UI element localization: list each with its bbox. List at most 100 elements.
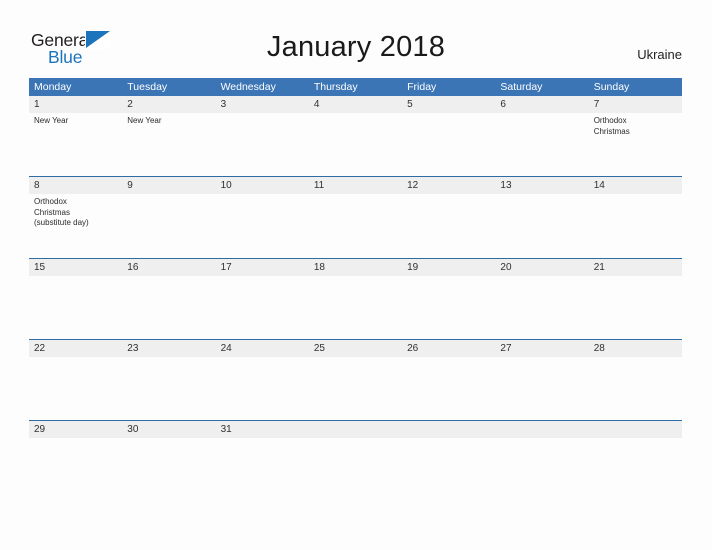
day-events[interactable]: New Year xyxy=(122,113,215,176)
day-number[interactable]: 29 xyxy=(29,421,122,438)
day-number[interactable]: 3 xyxy=(216,96,309,113)
event-text: Christmas xyxy=(593,126,630,136)
weekday-header-thursday: Thursday xyxy=(313,81,358,93)
day-events-empty xyxy=(495,276,588,339)
week-event-band: New Year New Year Orthodox Christmas xyxy=(29,113,682,176)
calendar-page: General Blue January 2018 Ukraine Monday… xyxy=(0,0,712,550)
country-label: Ukraine xyxy=(637,47,682,62)
day-number[interactable]: 4 xyxy=(309,96,402,113)
week-event-band: Orthodox Christmas (substitute day) xyxy=(29,194,682,258)
event-text: (substitute day) xyxy=(34,218,89,227)
day-events[interactable]: Orthodox Christmas (substitute day) xyxy=(29,194,122,258)
week-row: 22 23 24 25 26 27 28 xyxy=(29,339,682,420)
day-number[interactable]: 22 xyxy=(29,340,122,357)
day-number[interactable]: 24 xyxy=(216,340,309,357)
day-number[interactable]: 27 xyxy=(495,340,588,357)
event-text: Orthodox xyxy=(593,116,627,125)
day-number[interactable]: 7 xyxy=(589,96,682,113)
day-events-empty xyxy=(402,276,495,339)
week-row: 15 16 17 18 19 20 21 xyxy=(29,258,682,339)
event-text: Orthodox xyxy=(34,197,67,206)
day-events-empty xyxy=(216,357,309,420)
day-number[interactable]: 20 xyxy=(495,259,588,276)
day-events-empty xyxy=(402,113,495,176)
day-number[interactable]: 26 xyxy=(402,340,495,357)
day-events-empty xyxy=(495,438,588,460)
day-number[interactable]: 13 xyxy=(495,177,588,194)
day-number[interactable]: 28 xyxy=(589,340,682,357)
day-number[interactable]: 12 xyxy=(402,177,495,194)
day-events-empty xyxy=(216,194,309,258)
calendar-grid: Monday Tuesday Wednesday Thursday Friday Satu… xyxy=(29,78,682,460)
week-event-band xyxy=(29,357,682,420)
day-events-empty xyxy=(29,438,122,460)
day-events-empty xyxy=(495,357,588,420)
day-number-empty xyxy=(589,421,682,438)
day-number[interactable]: 31 xyxy=(216,421,309,438)
day-events-empty xyxy=(122,357,215,420)
day-events-empty xyxy=(122,276,215,339)
day-number[interactable]: 1 xyxy=(29,96,122,113)
day-events-empty xyxy=(122,194,215,258)
week-row: 8 9 10 11 12 13 14 Orthodox Christmas (substitute… xyxy=(29,176,682,258)
day-number[interactable]: 6 xyxy=(495,96,588,113)
day-events-empty xyxy=(402,194,495,258)
day-events-empty xyxy=(402,438,495,460)
event-text: New Year xyxy=(34,116,69,125)
week-date-band: 29 30 31 xyxy=(29,421,682,438)
day-events-empty xyxy=(589,194,682,258)
day-number[interactable]: 2 xyxy=(122,96,215,113)
day-events-empty xyxy=(309,357,402,420)
day-events-empty xyxy=(309,438,402,460)
week-event-band xyxy=(29,438,682,460)
week-date-band: 8 9 10 11 12 13 14 xyxy=(29,177,682,194)
day-number[interactable]: 21 xyxy=(589,259,682,276)
weekday-header-friday: Friday xyxy=(407,81,437,93)
day-number-empty xyxy=(495,421,588,438)
weekday-header-tuesday: Tuesday xyxy=(127,81,168,93)
weekday-header-sunday: Sunday xyxy=(593,81,630,93)
day-number[interactable]: 10 xyxy=(216,177,309,194)
weekday-header-saturday: Saturday xyxy=(500,81,543,93)
day-events-empty xyxy=(29,276,122,339)
weekday-header-row: Monday Tuesday Wednesday Thursday Friday Satu… xyxy=(29,78,682,96)
day-number[interactable]: 11 xyxy=(309,177,402,194)
page-title: January 2018 xyxy=(266,31,446,63)
day-number[interactable]: 15 xyxy=(29,259,122,276)
weekday-header-monday: Monday xyxy=(34,81,72,93)
day-number[interactable]: 16 xyxy=(122,259,215,276)
event-text: New Year xyxy=(127,116,162,125)
day-events-empty xyxy=(216,276,309,339)
day-events-empty xyxy=(589,276,682,339)
event-text: Christmas xyxy=(34,207,71,217)
day-number[interactable]: 17 xyxy=(216,259,309,276)
day-number[interactable]: 23 xyxy=(122,340,215,357)
day-events[interactable]: New Year xyxy=(29,113,122,176)
day-events-empty xyxy=(495,194,588,258)
day-events-empty xyxy=(216,438,309,460)
page-header: General Blue January 2018 Ukraine xyxy=(0,0,712,78)
calendar-weeks: 1 2 3 4 5 6 7 New Year New Year Orthodox Christmas… xyxy=(29,96,682,460)
day-number[interactable]: 19 xyxy=(402,259,495,276)
day-events-empty xyxy=(29,357,122,420)
day-events-empty xyxy=(309,113,402,176)
day-number[interactable]: 18 xyxy=(309,259,402,276)
day-events[interactable]: Orthodox Christmas xyxy=(589,113,682,176)
day-events-empty xyxy=(589,438,682,460)
day-events-empty xyxy=(216,113,309,176)
day-events-empty xyxy=(309,276,402,339)
day-number[interactable]: 14 xyxy=(589,177,682,194)
day-events-empty xyxy=(122,438,215,460)
day-events-empty xyxy=(402,357,495,420)
week-date-band: 15 16 17 18 19 20 21 xyxy=(29,259,682,276)
day-number[interactable]: 30 xyxy=(122,421,215,438)
day-number[interactable]: 5 xyxy=(402,96,495,113)
day-number-empty xyxy=(402,421,495,438)
day-events-empty xyxy=(495,113,588,176)
week-date-band: 22 23 24 25 26 27 28 xyxy=(29,340,682,357)
day-number[interactable]: 25 xyxy=(309,340,402,357)
week-date-band: 1234567 xyxy=(29,96,682,113)
week-event-band xyxy=(29,276,682,339)
day-number[interactable]: 8 xyxy=(29,177,122,194)
day-number[interactable]: 9 xyxy=(122,177,215,194)
